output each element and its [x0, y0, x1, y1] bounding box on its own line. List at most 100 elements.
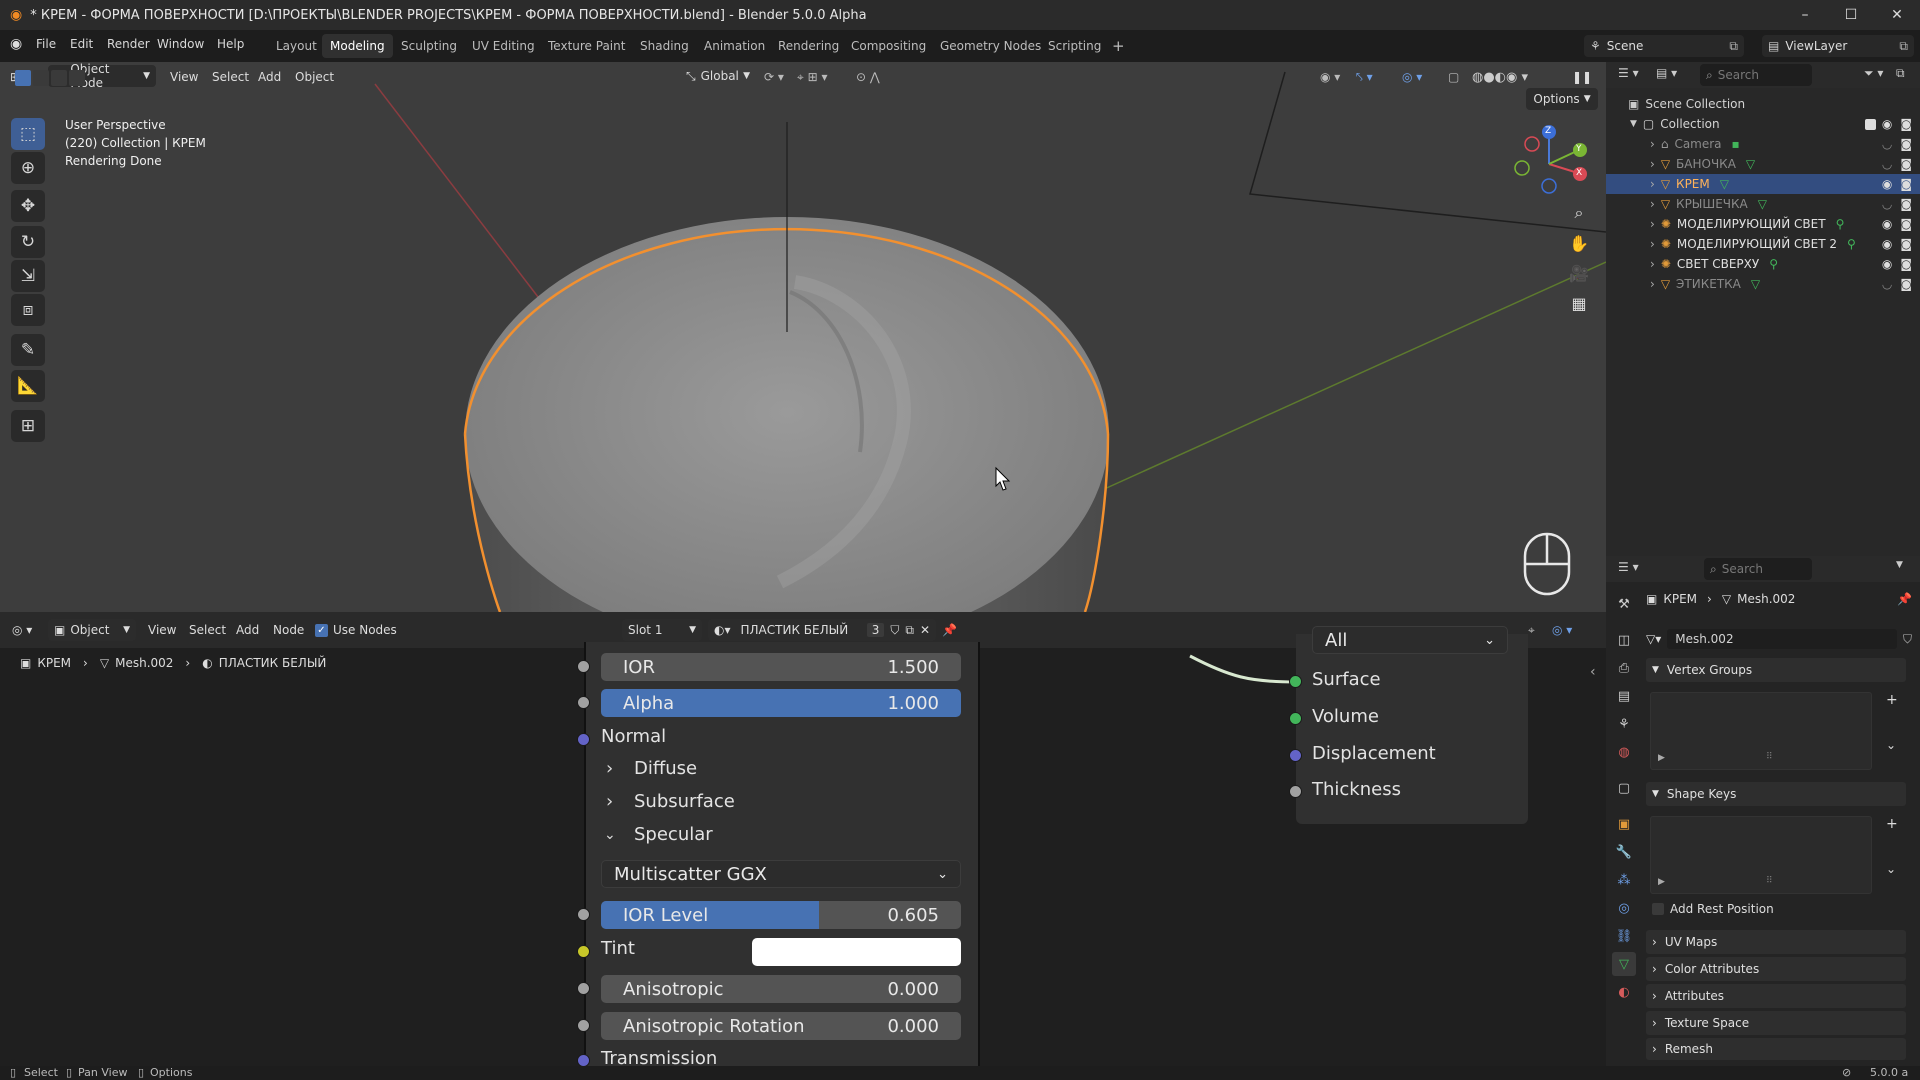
eye-icon[interactable]: ◉ — [1882, 117, 1892, 131]
outliner-item[interactable]: › ▽ КРЫШЕЧКА ▽ ◡ ◙ — [1606, 194, 1920, 214]
tab-modeling[interactable]: Modeling — [322, 34, 393, 58]
tint-socket[interactable] — [577, 945, 590, 958]
displacement-socket[interactable] — [1289, 749, 1302, 762]
alpha-socket[interactable] — [577, 696, 590, 709]
pause-render-icon[interactable]: ❚❚ — [1572, 65, 1592, 89]
close-button[interactable]: ✕ — [1874, 0, 1920, 30]
overlays-icon[interactable]: ◎ ▾ — [1402, 65, 1422, 89]
camera-render-icon[interactable]: ◙ — [1900, 217, 1912, 231]
tool-properties-icon[interactable]: ⚒ — [1612, 592, 1636, 616]
use-nodes-checkbox[interactable]: ✓ Use Nodes — [315, 618, 397, 642]
filter-icon[interactable]: ⏷ ▾ — [1864, 66, 1883, 81]
fake-user-shield-icon[interactable]: ⛉ — [1903, 632, 1912, 647]
shader-node-editor[interactable]: ◎ ▾ ▣ Object ▼ View Select Add Node ✓ Us… — [0, 612, 1606, 1066]
tab-geometry-nodes[interactable]: Geometry Nodes — [932, 34, 1049, 58]
shader-type-selector[interactable]: ▣ Object ▼ — [48, 619, 136, 641]
menu-edit[interactable]: Edit — [70, 37, 93, 51]
new-view-layer-icon[interactable]: ⧉ — [1899, 39, 1908, 54]
camera-render-icon[interactable]: ◙ — [1900, 257, 1912, 271]
menu-file[interactable]: File — [36, 37, 56, 51]
mesh-name-field[interactable]: Mesh.002 — [1667, 629, 1897, 649]
maximize-button[interactable]: ☐ — [1828, 0, 1874, 30]
outliner-item[interactable]: › ▽ КРЕМ ▽ ◉ ◙ — [1606, 174, 1920, 194]
new-collection-icon[interactable]: ⧉ — [1896, 66, 1905, 81]
outliner-item[interactable]: › ✺ МОДЕЛИРУЮЩИЙ СВЕТ 2 ⚲ ◉ ◙ — [1606, 234, 1920, 254]
unlink-material-icon[interactable]: ✕ — [920, 623, 930, 637]
volume-socket[interactable] — [1289, 712, 1302, 725]
chevron-right-icon[interactable]: › — [1650, 237, 1655, 251]
select-subtract-icon[interactable] — [51, 70, 67, 86]
collection-properties-icon[interactable]: ▢ — [1612, 776, 1636, 800]
shape-key-menu-icon[interactable]: ⌄ — [1886, 862, 1896, 876]
particles-properties-icon[interactable]: ⁂ — [1612, 868, 1636, 892]
shape-keys-list[interactable] — [1650, 816, 1872, 894]
outliner-item[interactable]: › ✺ СВЕТ СВЕРХУ ⚲ ◉ ◙ — [1606, 254, 1920, 274]
view-layer-selector[interactable]: ▤ ViewLayer ⧉ — [1762, 35, 1914, 57]
add-shape-key-icon[interactable]: + — [1886, 816, 1898, 832]
ior-socket[interactable] — [577, 660, 590, 673]
shape-keys-panel-header[interactable]: ▼ Shape Keys — [1646, 782, 1906, 806]
color-attributes-panel-header[interactable]: › Color Attributes — [1646, 957, 1906, 981]
mesh-browse-icon[interactable]: ▽▾ — [1646, 632, 1661, 646]
tab-animation[interactable]: Animation — [696, 34, 773, 58]
chevron-right-icon[interactable]: › — [1650, 157, 1655, 171]
specular-panel-toggle[interactable]: ⌄ Specular — [604, 824, 713, 845]
outliner-item[interactable]: › ▽ ЭТИКЕТКА ▽ ◡ ◙ — [1606, 274, 1920, 294]
eye-icon[interactable]: ◉ — [1882, 237, 1892, 251]
data-properties-icon[interactable]: ▽ — [1612, 952, 1636, 976]
tab-rendering[interactable]: Rendering — [770, 34, 847, 58]
duplicate-material-icon[interactable]: ⧉ — [905, 623, 914, 638]
uv-maps-panel-header[interactable]: › UV Maps — [1646, 930, 1906, 954]
select-new-icon[interactable] — [15, 70, 31, 86]
scene-properties-icon[interactable]: ⚘ — [1612, 712, 1636, 736]
select-intersect-icon[interactable] — [69, 70, 85, 86]
pin-icon[interactable]: 📌 — [1897, 592, 1912, 606]
tab-scripting[interactable]: Scripting — [1040, 34, 1109, 58]
scene-selector[interactable]: ⚘ Scene ⧉ — [1584, 35, 1744, 57]
surface-socket[interactable] — [1289, 675, 1302, 688]
viewport-menu-view[interactable]: View — [170, 65, 198, 89]
add-vertex-group-icon[interactable]: + — [1886, 692, 1898, 708]
add-rest-position-checkbox[interactable]: Add Rest Position — [1652, 902, 1774, 916]
fake-user-shield-icon[interactable]: ⛉ — [890, 623, 899, 638]
snap-icon[interactable]: ⌖ ⊞ ▾ — [797, 65, 827, 89]
eye-icon[interactable]: ◡ — [1882, 197, 1892, 211]
tint-color-swatch[interactable] — [752, 938, 961, 966]
material-slot-selector[interactable]: Slot 1 ▼ — [622, 619, 702, 641]
zoom-icon[interactable]: ⌕ — [1564, 198, 1594, 228]
tab-layout[interactable]: Layout — [268, 34, 325, 58]
eye-icon[interactable]: ◡ — [1882, 157, 1892, 171]
node-editor-type-icon[interactable]: ◎ ▾ — [12, 618, 32, 642]
outliner[interactable]: ☰ ▾ ▤ ▾ ⌕ Search ⏷ ▾ ⧉ ▣ Scene Collectio… — [1606, 62, 1920, 556]
node-menu-add[interactable]: Add — [236, 618, 259, 642]
remesh-panel-header[interactable]: › Remesh — [1646, 1038, 1906, 1060]
render-properties-icon[interactable]: ◫ — [1612, 628, 1636, 652]
camera-render-icon[interactable]: ◙ — [1900, 137, 1912, 151]
subsurface-panel-toggle[interactable]: › Subsurface — [606, 791, 735, 812]
menu-render[interactable]: Render — [107, 37, 150, 51]
blender-menu-icon[interactable]: ◉ — [10, 36, 22, 52]
material-properties-icon[interactable]: ◐ — [1612, 980, 1636, 1004]
3d-viewport[interactable]: Z X Y ⊞ ▾ ▣ Object Mode ▼ View Select Ad… — [0, 62, 1606, 612]
user-count[interactable]: 3 — [866, 623, 885, 637]
node-menu-select[interactable]: Select — [189, 618, 226, 642]
scale-tool-icon[interactable]: ⇲ — [11, 260, 45, 292]
tab-shading[interactable]: Shading — [632, 34, 697, 58]
output-target-dropdown[interactable]: All ⌄ — [1312, 626, 1508, 654]
normal-socket[interactable] — [577, 733, 590, 746]
physics-properties-icon[interactable]: ◎ — [1612, 896, 1636, 920]
ortho-grid-icon[interactable]: ▦ — [1564, 288, 1594, 318]
rotate-tool-icon[interactable]: ↻ — [11, 226, 45, 258]
node-overlays-icon[interactable]: ◎ ▾ — [1552, 618, 1572, 642]
anisotropic-socket[interactable] — [577, 982, 590, 995]
eye-icon[interactable]: ◡ — [1882, 277, 1892, 291]
anisotropic-rotation-socket[interactable] — [577, 1019, 590, 1032]
node-menu-node[interactable]: Node — [273, 618, 304, 642]
eye-icon[interactable]: ◉ — [1882, 177, 1892, 191]
eye-icon[interactable]: ◉ — [1882, 217, 1892, 231]
pan-hand-icon[interactable]: ✋ — [1564, 228, 1594, 258]
pin-icon[interactable]: 📌 — [942, 618, 957, 642]
network-off-icon[interactable]: ⊘ — [1842, 1066, 1851, 1079]
list-expand-icon[interactable]: ▶ — [1658, 877, 1665, 887]
chevron-right-icon[interactable]: › — [1650, 277, 1655, 291]
